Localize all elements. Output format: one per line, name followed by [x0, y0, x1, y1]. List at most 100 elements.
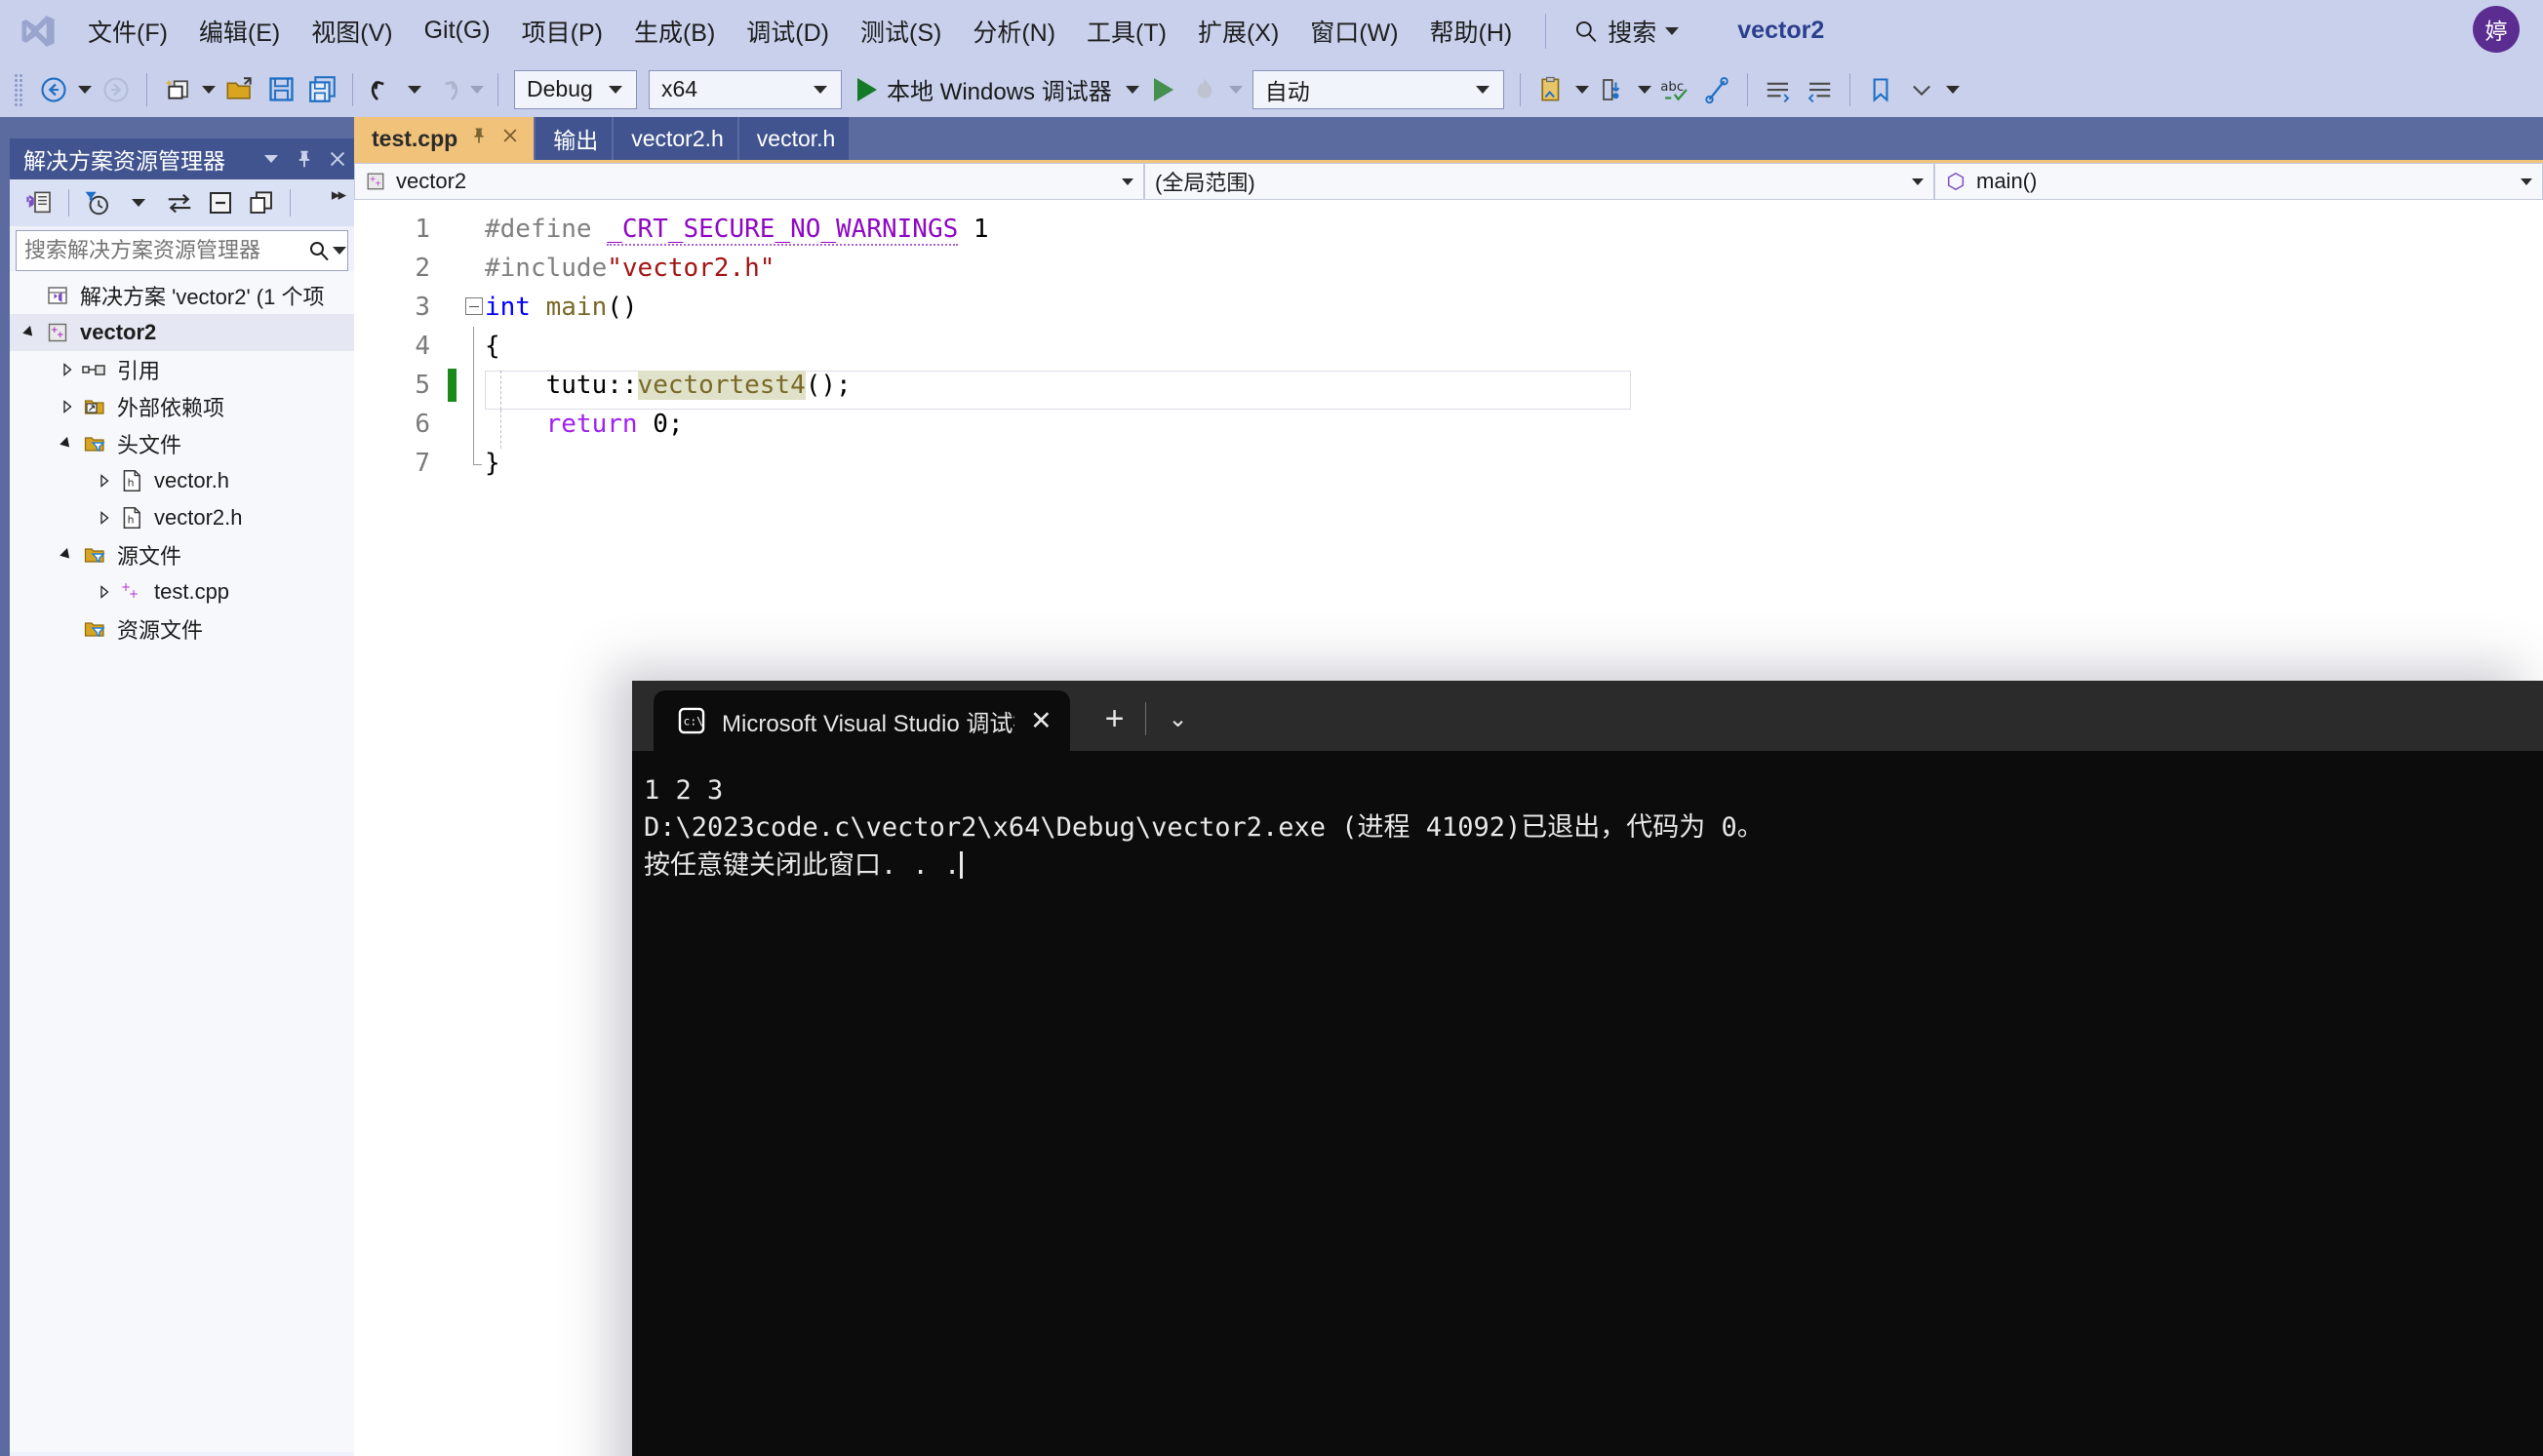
- expander-expanded[interactable]: [18, 320, 43, 345]
- save-button[interactable]: [260, 69, 301, 110]
- menu-item-window[interactable]: 窗口(W): [1294, 8, 1413, 55]
- chevron-down-icon[interactable]: [1665, 26, 1680, 35]
- code-line[interactable]: 3 int main(): [354, 288, 2543, 327]
- tree-item-resource-files-folder[interactable]: 资源文件: [10, 610, 354, 648]
- code-line[interactable]: 4 {: [354, 327, 2543, 366]
- open-file-button[interactable]: [219, 69, 260, 110]
- tree-item-references[interactable]: 引用: [10, 351, 354, 388]
- sync-with-active-document-icon[interactable]: [159, 182, 200, 223]
- menu-item-test[interactable]: 测试(S): [845, 8, 957, 55]
- navigate-forward-button[interactable]: [96, 69, 137, 110]
- comment-selection-button[interactable]: [1758, 69, 1799, 110]
- solution-platform-combo[interactable]: x64: [649, 69, 842, 109]
- console-tab[interactable]: c:\ Microsoft Visual Studio 调试控 ✕: [654, 690, 1070, 751]
- expander-expanded[interactable]: [55, 542, 80, 568]
- start-without-debugging-button[interactable]: [1143, 69, 1184, 110]
- new-project-button[interactable]: [157, 69, 198, 110]
- pending-changes-filter-icon[interactable]: [77, 182, 118, 223]
- menu-item-edit[interactable]: 编辑(E): [183, 8, 296, 55]
- step-into-dropdown[interactable]: [1634, 69, 1655, 110]
- menu-item-analyze[interactable]: 分析(N): [957, 8, 1071, 55]
- menu-item-project[interactable]: 项目(P): [506, 8, 618, 55]
- code-line[interactable]: 1 #define _CRT_SECURE_NO_WARNINGS 1: [354, 210, 2543, 249]
- tree-item-vector-h[interactable]: h vector.h: [10, 462, 354, 499]
- undo-dropdown[interactable]: [404, 69, 425, 110]
- attach-to-process-button[interactable]: [1530, 69, 1571, 110]
- solution-explorer-overflow-button[interactable]: ▸▸: [332, 185, 346, 205]
- navbar-project-combo[interactable]: + + vector2: [354, 163, 1144, 200]
- menu-item-extensions[interactable]: 扩展(X): [1182, 8, 1294, 55]
- filter-dropdown[interactable]: [118, 182, 159, 223]
- debug-target-combo[interactable]: 自动: [1252, 69, 1504, 109]
- menu-item-git[interactable]: Git(G): [409, 11, 506, 51]
- expander-collapsed[interactable]: [92, 579, 117, 605]
- pin-icon[interactable]: [288, 142, 321, 176]
- tree-item-project-vector2[interactable]: + + vector2: [10, 314, 354, 351]
- toolbar-overflow-dropdown[interactable]: [1942, 69, 1964, 110]
- menu-item-view[interactable]: 视图(V): [296, 8, 408, 55]
- step-into-button[interactable]: [1593, 69, 1634, 110]
- menu-item-file[interactable]: 文件(F): [72, 8, 183, 55]
- undo-button[interactable]: [363, 69, 404, 110]
- menu-item-build[interactable]: 生成(B): [618, 8, 731, 55]
- search-icon[interactable]: [307, 231, 331, 270]
- menu-item-debug[interactable]: 调试(D): [731, 8, 845, 55]
- close-icon[interactable]: [500, 126, 520, 151]
- expander-collapsed[interactable]: [55, 357, 80, 382]
- solution-configuration-combo[interactable]: Debug: [514, 69, 637, 109]
- tab-vector2-h[interactable]: vector2.h: [614, 117, 737, 160]
- expander-collapsed[interactable]: [55, 394, 80, 419]
- expander-collapsed[interactable]: [92, 505, 117, 531]
- navigate-back-button[interactable]: [33, 69, 74, 110]
- toggle-bookmark-button[interactable]: [1860, 69, 1901, 110]
- close-icon[interactable]: [321, 142, 354, 176]
- fold-toggle[interactable]: [463, 288, 485, 327]
- tab-vector-h[interactable]: vector.h: [738, 117, 850, 160]
- debug-console-window[interactable]: c:\ Microsoft Visual Studio 调试控 ✕ + ⌄ 1 …: [632, 681, 2543, 1456]
- code-line[interactable]: 6 return 0;: [354, 405, 2543, 449]
- console-output[interactable]: 1 2 3 D:\2023code.c\vector2\x64\Debug\ve…: [632, 751, 2543, 885]
- call-hierarchy-button[interactable]: [1696, 69, 1737, 110]
- navigate-back-dropdown[interactable]: [74, 69, 96, 110]
- global-search[interactable]: 搜索: [1573, 14, 1680, 49]
- tab-output[interactable]: 输出: [536, 117, 613, 160]
- attach-dropdown[interactable]: [1571, 69, 1593, 110]
- hot-reload-dropdown[interactable]: [1225, 69, 1247, 110]
- tree-item-solution[interactable]: 解决方案 'vector2' (1 个项: [10, 277, 354, 314]
- tree-item-source-files-folder[interactable]: 源文件: [10, 536, 354, 573]
- show-all-files-icon[interactable]: [241, 182, 282, 223]
- start-debugging-button[interactable]: 本地 Windows 调试器: [848, 68, 1122, 111]
- expander-collapsed[interactable]: [92, 468, 117, 493]
- code-line[interactable]: 5 tutu::vectortest4();: [354, 366, 2543, 410]
- menu-item-help[interactable]: 帮助(H): [1414, 8, 1529, 55]
- solution-explorer-search[interactable]: [16, 230, 348, 271]
- toolbar-grip[interactable]: [14, 72, 23, 106]
- tree-item-vector2-h[interactable]: h vector2.h: [10, 499, 354, 536]
- solution-explorer-home-icon[interactable]: [20, 182, 60, 223]
- toolbar-options-button[interactable]: [1901, 69, 1942, 110]
- avatar[interactable]: 婷: [2473, 6, 2520, 53]
- redo-button[interactable]: [425, 69, 466, 110]
- tree-item-external-dependencies[interactable]: 外部依赖项: [10, 388, 354, 425]
- start-debugging-dropdown[interactable]: [1122, 69, 1143, 110]
- new-project-dropdown[interactable]: [198, 69, 219, 110]
- navbar-scope-combo[interactable]: (全局范围): [1144, 163, 1934, 200]
- panel-menu-button[interactable]: [255, 142, 288, 176]
- uncomment-selection-button[interactable]: [1799, 69, 1840, 110]
- search-options-dropdown[interactable]: [331, 231, 347, 270]
- tree-item-header-files-folder[interactable]: 头文件: [10, 425, 354, 462]
- new-tab-button[interactable]: +: [1105, 702, 1125, 751]
- search-input[interactable]: [17, 237, 307, 264]
- menu-item-tools[interactable]: 工具(T): [1071, 8, 1182, 55]
- expander-expanded[interactable]: [55, 431, 80, 456]
- close-icon[interactable]: ✕: [1030, 706, 1053, 736]
- navbar-member-combo[interactable]: main(): [1934, 163, 2543, 200]
- code-line[interactable]: 7 }: [354, 444, 2543, 483]
- spell-check-button[interactable]: abc: [1655, 69, 1696, 110]
- collapse-all-icon[interactable]: [200, 182, 241, 223]
- code-line[interactable]: 2 #include"vector2.h": [354, 249, 2543, 288]
- tab-test-cpp[interactable]: test.cpp: [354, 117, 535, 160]
- pin-icon[interactable]: [469, 126, 489, 151]
- hot-reload-button[interactable]: [1184, 69, 1225, 110]
- chevron-down-icon[interactable]: ⌄: [1168, 705, 1187, 751]
